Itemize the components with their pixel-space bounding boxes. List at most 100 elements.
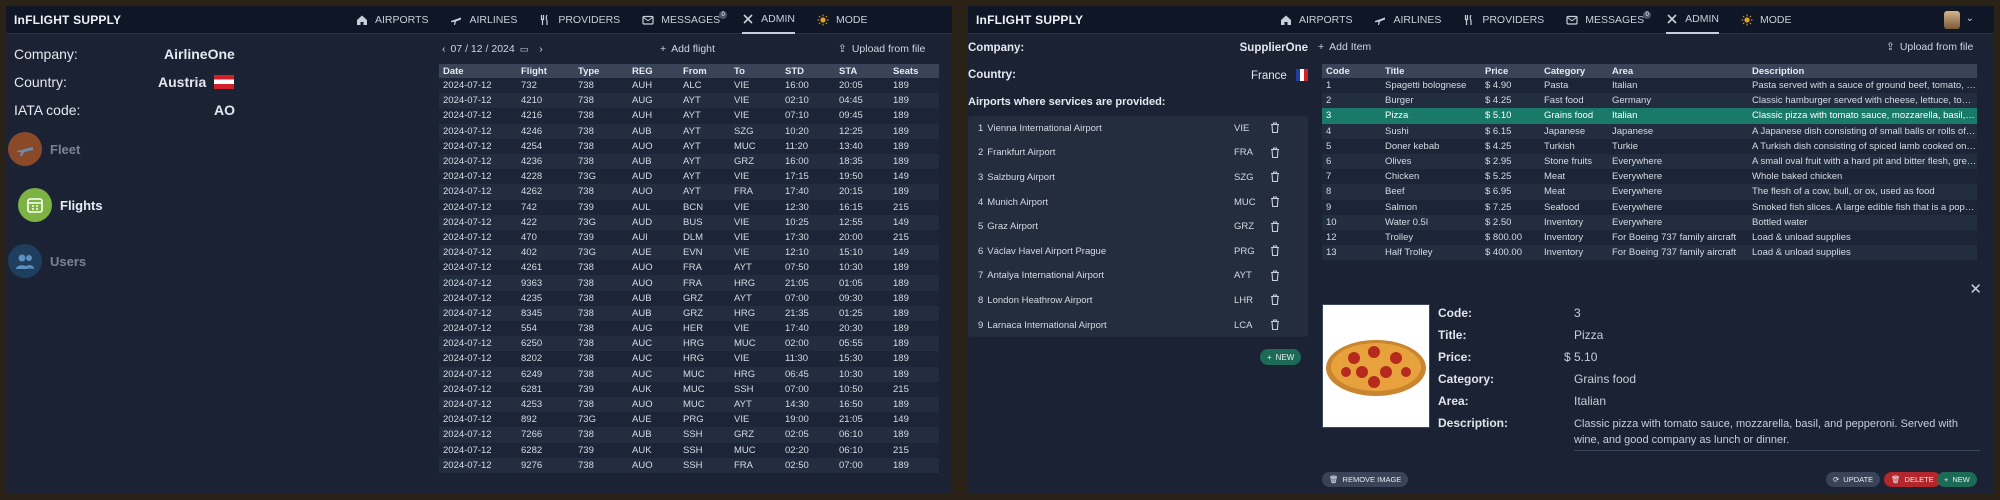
brand-logo-text[interactable]: InFLIGHT SUPPLY <box>976 13 1083 27</box>
table-row[interactable]: 2024-07-12 9363 738 AUO FRA HRG 21:05 01:05 189 <box>439 275 939 291</box>
update-button[interactable]: ⟳ UPDATE <box>1826 472 1881 487</box>
column-header[interactable]: Date <box>439 66 517 77</box>
table-row[interactable]: 2024-07-12 6249 738 AUC MUC HRG 06:45 10:30 189 <box>439 366 939 382</box>
chevron-right-icon[interactable]: › <box>539 43 543 55</box>
brand-logo-text[interactable]: InFLIGHT SUPPLY <box>14 13 121 27</box>
trash-icon[interactable] <box>1270 147 1282 159</box>
column-header[interactable]: STD <box>781 66 835 77</box>
table-row[interactable]: 6 Olives $ 2.95 Stone fruits Everywhere A sma… <box>1322 153 1977 170</box>
table-row[interactable]: 2024-07-12 732 738 AUH ALC VIE 16:00 20:05 189 <box>439 78 939 94</box>
table-row[interactable]: 8 Beef $ 6.95 Meat Everywhere The flesh of a … <box>1322 184 1977 200</box>
list-item[interactable]: 3 Salzburg Airport SZG <box>968 165 1308 190</box>
table-row[interactable]: 2024-07-12 7266 738 AUB SSH GRZ 02:05 06:10 189 <box>439 427 939 443</box>
delete-button[interactable]: 🗑 DELETE <box>1884 472 1941 487</box>
table-row[interactable]: 2024-07-12 6281 739 AUK MUC SSH 07:00 10:50 215 <box>439 381 939 397</box>
new-airport-button[interactable]: + NEW <box>1260 349 1302 365</box>
upload-file-button[interactable]: ⇪ Upload from file <box>838 43 925 55</box>
add-item-button[interactable]: + Add Item <box>1318 41 1371 53</box>
price-value[interactable]: $ 5.10 <box>1564 350 1597 364</box>
column-header[interactable]: Type <box>574 66 628 77</box>
column-header[interactable]: STA <box>835 66 889 77</box>
sidebar-item-flights[interactable]: Flights <box>18 188 103 222</box>
nav-admin[interactable]: ADMIN <box>742 6 795 34</box>
table-row[interactable]: 2 Burger $ 4.25 Fast food Germany Classic ham… <box>1322 93 1977 109</box>
table-row[interactable]: 2024-07-12 9276 738 AUO SSH FRA 02:50 07:00 189 <box>439 457 939 473</box>
column-header[interactable]: Seats <box>889 66 933 77</box>
nav-mode[interactable]: MODE <box>817 6 867 34</box>
column-header[interactable]: Code <box>1322 66 1381 77</box>
list-item[interactable]: 9 Larnaca International Airport LCA <box>968 313 1308 338</box>
nav-messages[interactable]: MESSAGES 0 <box>642 6 728 34</box>
list-item[interactable]: 2 Frankfurt Airport FRA <box>968 141 1308 166</box>
table-row[interactable]: 2024-07-12 892 73G AUE PRG VIE 19:00 21:05 149 <box>439 412 939 428</box>
description-value[interactable]: Classic pizza with tomato sauce, mozzare… <box>1574 416 1974 448</box>
column-header[interactable]: REG <box>628 66 679 77</box>
trash-icon[interactable] <box>1270 319 1282 331</box>
table-row[interactable]: 7 Chicken $ 5.25 Meat Everywhere Whole baked … <box>1322 169 1977 185</box>
table-row[interactable]: 2024-07-12 554 738 AUG HER VIE 17:40 20:30 189 <box>439 321 939 337</box>
table-row[interactable]: 2024-07-12 6282 739 AUK SSH MUC 02:20 06:10 215 <box>439 442 939 458</box>
table-row[interactable]: 2024-07-12 402 73G AUE EVN VIE 12:10 15:10 149 <box>439 245 939 261</box>
table-row[interactable]: 2024-07-12 4216 738 AUH AYT VIE 07:10 09:45 189 <box>439 108 939 124</box>
column-header[interactable]: From <box>679 66 730 77</box>
remove-image-button[interactable]: 🗑 REMOVE IMAGE <box>1322 472 1409 487</box>
chevron-left-icon[interactable]: ‹ <box>442 43 446 55</box>
trash-icon[interactable] <box>1270 221 1282 233</box>
table-row[interactable]: 2024-07-12 4228 73G AUD AYT VIE 17:15 19:50 149 <box>439 169 939 185</box>
list-item[interactable]: 7 Antalya International Airport AYT <box>968 264 1308 289</box>
nav-providers[interactable]: PROVIDERS <box>539 6 620 34</box>
avatar[interactable] <box>1944 11 1960 29</box>
table-row[interactable]: 1 Spagetti bolognese $ 4.90 Pasta Italian Pas… <box>1322 78 1977 94</box>
list-item[interactable]: 6 Václav Havel Airport Prague PRG <box>968 239 1308 264</box>
table-row[interactable]: 2024-07-12 470 739 AUI DLM VIE 17:30 20:00 215 <box>439 229 939 246</box>
add-flight-button[interactable]: + Add flight <box>660 43 715 55</box>
calendar-icon[interactable]: ▭ <box>520 44 529 55</box>
area-value[interactable]: Italian <box>1574 394 1606 408</box>
table-row[interactable]: 2024-07-12 4253 738 AUO MUC AYT 14:30 16:50 189 <box>439 396 939 413</box>
column-header[interactable]: Description <box>1748 66 1977 77</box>
column-header[interactable]: Title <box>1381 66 1481 77</box>
code-value[interactable]: 3 <box>1574 306 1581 320</box>
new-item-button[interactable]: + NEW <box>1937 472 1977 487</box>
nav-airlines[interactable]: AIRLINES <box>1374 6 1441 34</box>
chevron-down-icon[interactable]: ⌄ <box>1966 13 1974 24</box>
table-row[interactable]: 2024-07-12 8345 738 AUB GRZ HRG 21:35 01:25 189 <box>439 305 939 321</box>
table-row[interactable]: 5 Doner kebab $ 4.25 Turkish Turkie A Turkish… <box>1322 138 1977 154</box>
column-header[interactable]: Flight <box>517 66 574 77</box>
trash-icon[interactable] <box>1270 294 1282 306</box>
column-header[interactable]: To <box>730 66 781 77</box>
trash-icon[interactable] <box>1270 196 1282 208</box>
column-header[interactable]: Area <box>1608 66 1748 77</box>
table-row[interactable]: 2024-07-12 4254 738 AUO AYT MUC 11:20 13:40 189 <box>439 138 939 154</box>
table-row[interactable]: 4 Sushi $ 6.15 Japanese Japanese A Japanese d… <box>1322 123 1977 139</box>
trash-icon[interactable] <box>1270 171 1282 183</box>
table-row[interactable]: 10 Water 0.5l $ 2.50 Inventory Everywhere Bot… <box>1322 214 1977 230</box>
trash-icon[interactable] <box>1270 245 1282 257</box>
table-row[interactable]: 2024-07-12 8202 738 AUC HRG VIE 11:30 15:30 189 <box>439 351 939 367</box>
table-row[interactable]: 2024-07-12 4210 738 AUG AYT VIE 02:10 04:45 189 <box>439 93 939 109</box>
nav-admin[interactable]: ADMIN <box>1666 6 1719 34</box>
table-row[interactable]: 9 Salmon $ 7.25 Seafood Everywhere Smoked fis… <box>1322 199 1977 215</box>
trash-icon[interactable] <box>1270 122 1282 134</box>
table-row[interactable]: 2024-07-12 4236 738 AUB AYT GRZ 16:00 18:35 189 <box>439 153 939 170</box>
table-row[interactable]: 3 Pizza $ 5.10 Grains food Italian Classic pi… <box>1322 108 1977 124</box>
list-item[interactable]: 8 London Heathrow Airport LHR <box>968 288 1308 313</box>
table-row[interactable]: 2024-07-12 6250 738 AUC HRG MUC 02:00 05:55 189 <box>439 336 939 352</box>
nav-airports[interactable]: AIRPORTS <box>1280 6 1352 34</box>
list-item[interactable]: 4 Munich Airport MUC <box>968 190 1308 215</box>
table-row[interactable]: 2024-07-12 4235 738 AUB GRZ AYT 07:00 09:30 189 <box>439 290 939 306</box>
table-row[interactable]: 2024-07-12 422 73G AUD BUS VIE 10:25 12:55 149 <box>439 214 939 230</box>
column-header[interactable]: Price <box>1481 66 1540 77</box>
trash-icon[interactable] <box>1270 270 1282 282</box>
table-row[interactable]: 2024-07-12 742 739 AUL BCN VIE 12:30 16:15 215 <box>439 199 939 215</box>
upload-file-button[interactable]: ⇪ Upload from file <box>1886 41 1973 53</box>
nav-mode[interactable]: MODE <box>1741 6 1791 34</box>
table-row[interactable]: 12 Trolley $ 800.00 Inventory For Boeing 737… <box>1322 229 1977 246</box>
nav-airports[interactable]: AIRPORTS <box>356 6 428 34</box>
list-item[interactable]: 1 Vienna International Airport VIE <box>968 116 1308 141</box>
column-header[interactable]: Category <box>1540 66 1608 77</box>
date-value[interactable]: 07 / 12 / 2024 <box>451 43 515 55</box>
nav-providers[interactable]: PROVIDERS <box>1463 6 1544 34</box>
title-value[interactable]: Pizza <box>1574 328 1603 342</box>
sidebar-item-fleet[interactable]: Fleet <box>8 132 80 166</box>
